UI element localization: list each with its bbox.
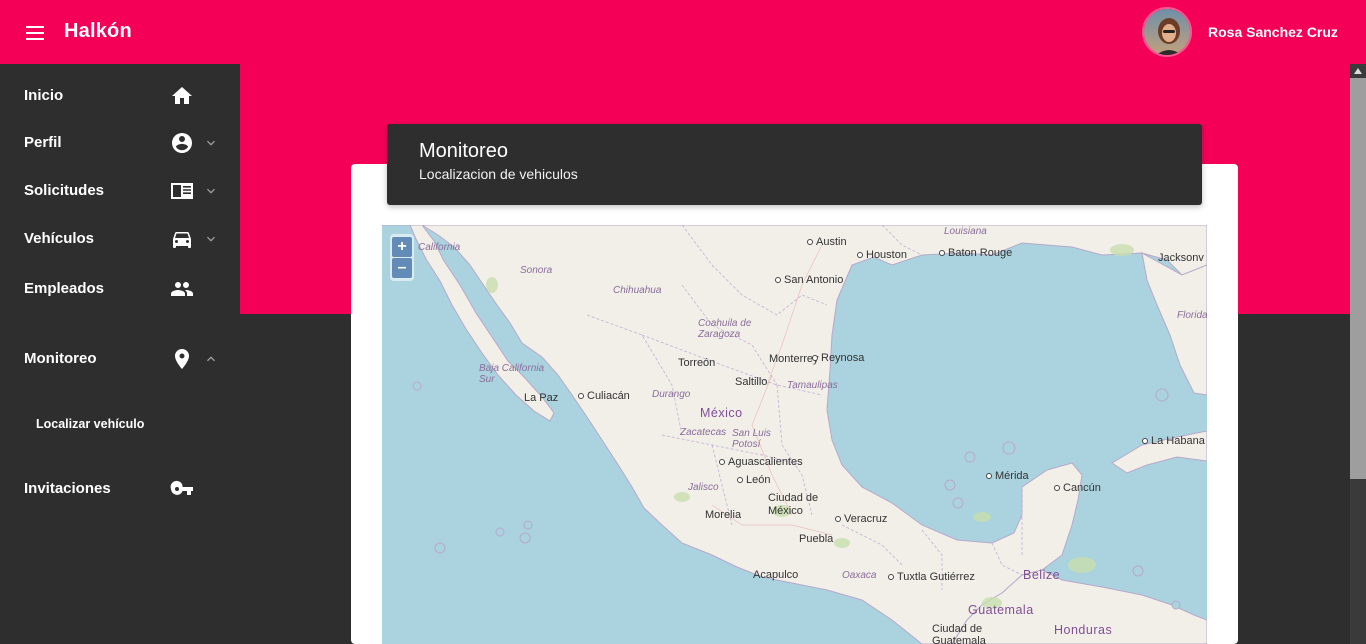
map-tiles [382,225,1207,644]
map-label: Belize [1023,568,1061,582]
car-icon [173,232,191,248]
chevron-down-icon [207,140,215,146]
map-label: Louisiana [944,226,987,237]
sidebar-item-label: Perfil [24,134,62,151]
sidebar-item-invitaciones[interactable]: Invitaciones [0,469,240,509]
sidebar-item-label: Vehículos [24,230,95,247]
zoom-control: + – [390,234,414,281]
map-label: Morelia [705,509,742,521]
map-label: Austin [807,236,847,248]
app-title: Halkón [64,20,132,42]
sidebar-item-vehiculos[interactable]: Vehículos [0,219,240,259]
map-label: Zacatecas [680,427,727,438]
scroll-up-arrow-icon[interactable] [1354,68,1362,74]
map-label: Florida [1177,310,1207,321]
document-icon [171,183,193,199]
map-label: Veracruz [835,513,887,525]
card-header: Monitoreo Localizacion de vehiculos [387,124,1202,205]
map-label: Mérida [986,470,1029,482]
map-label: San Luis Potosí [732,428,771,450]
map-label: Ciudad de México [768,492,819,517]
map-label: La Habana [1142,435,1205,447]
submenu-item-localizar-vehiculo[interactable]: Localizar vehículo [0,408,240,440]
avatar[interactable] [1142,7,1192,57]
map-label: Jalisco [688,482,719,493]
map-label: Puebla [799,533,834,545]
page-scrollbar[interactable] [1350,64,1366,644]
menu-icon[interactable] [24,22,48,42]
sidebar-item-perfil[interactable]: Perfil [0,123,240,163]
sidebar-item-empleados[interactable]: Empleados [0,269,240,309]
map-label: Tamaulipas [787,380,838,391]
map-label: Sonora [520,265,553,276]
map-label: Guatemala [968,603,1034,617]
sidebar-item-label: Empleados [24,280,105,297]
scrollbar-thumb[interactable] [1350,78,1366,479]
sidebar-item-label: Invitaciones [24,480,111,497]
sidebar-item-solicitudes[interactable]: Solicitudes [0,171,240,211]
map-label: México [700,406,743,420]
sidebar-item-label: Monitoreo [24,350,97,367]
map-label: Cancún [1054,482,1101,494]
map-label: Honduras [1054,623,1113,637]
page-subtitle: Localizacion de vehiculos [419,166,578,182]
key-icon [170,480,193,495]
user-name[interactable]: Rosa Sanchez Cruz [1208,24,1338,40]
map-label: Oaxaca [842,570,877,581]
map-view[interactable]: + – Austin Houston Baton Rouge Louisiana… [382,225,1207,644]
map-label: Aguascalientes [719,456,803,468]
map-label: Reynosa [812,352,864,364]
people-icon [171,282,193,296]
map-pin-icon [175,349,189,369]
chevron-down-icon [207,188,215,194]
zoom-out-button[interactable]: – [392,258,412,278]
map-label: Baja California Sur [479,363,545,385]
map-label: San Antonio [775,274,843,286]
map-label: León [737,474,770,486]
map-label: La Paz [524,392,559,404]
map-label: Torreón [678,357,716,369]
map-label: Chihuahua [613,285,662,296]
chevron-down-icon [207,236,215,242]
chevron-up-icon [207,356,215,362]
sidebar: Inicio Perfil Solicitudes Vehículos Empl… [0,64,240,644]
map-label: Jacksonv [1158,252,1204,264]
sidebar-item-monitoreo[interactable]: Monitoreo [0,339,240,379]
page-title: Monitoreo [419,140,508,162]
account-circle-icon [172,133,192,153]
map-label: California [418,242,461,253]
map-label: Acapulco [753,569,799,581]
map-label: Durango [652,389,691,400]
map-label: Baton Rouge [939,247,1012,259]
zoom-in-button[interactable]: + [392,237,412,257]
map-label: Ciudad de Guatemala [932,623,986,644]
map-label: Coahuila de Zaragoza [698,318,752,340]
top-app-bar: Halkón Rosa Sanchez Cruz [0,0,1366,64]
home-icon [172,87,192,104]
sidebar-item-inicio[interactable]: Inicio [0,76,240,116]
land-florida [1141,252,1207,396]
submenu-item-label: Localizar vehículo [36,417,145,431]
map-label: Saltillo [735,376,768,388]
map-label: Houston [857,249,907,261]
map-label: Culiacán [578,390,630,402]
sidebar-item-label: Solicitudes [24,182,105,199]
sidebar-item-label: Inicio [24,87,64,104]
map-label: Tuxtla Gutiérrez [888,571,975,583]
land-north-america [382,225,1207,644]
